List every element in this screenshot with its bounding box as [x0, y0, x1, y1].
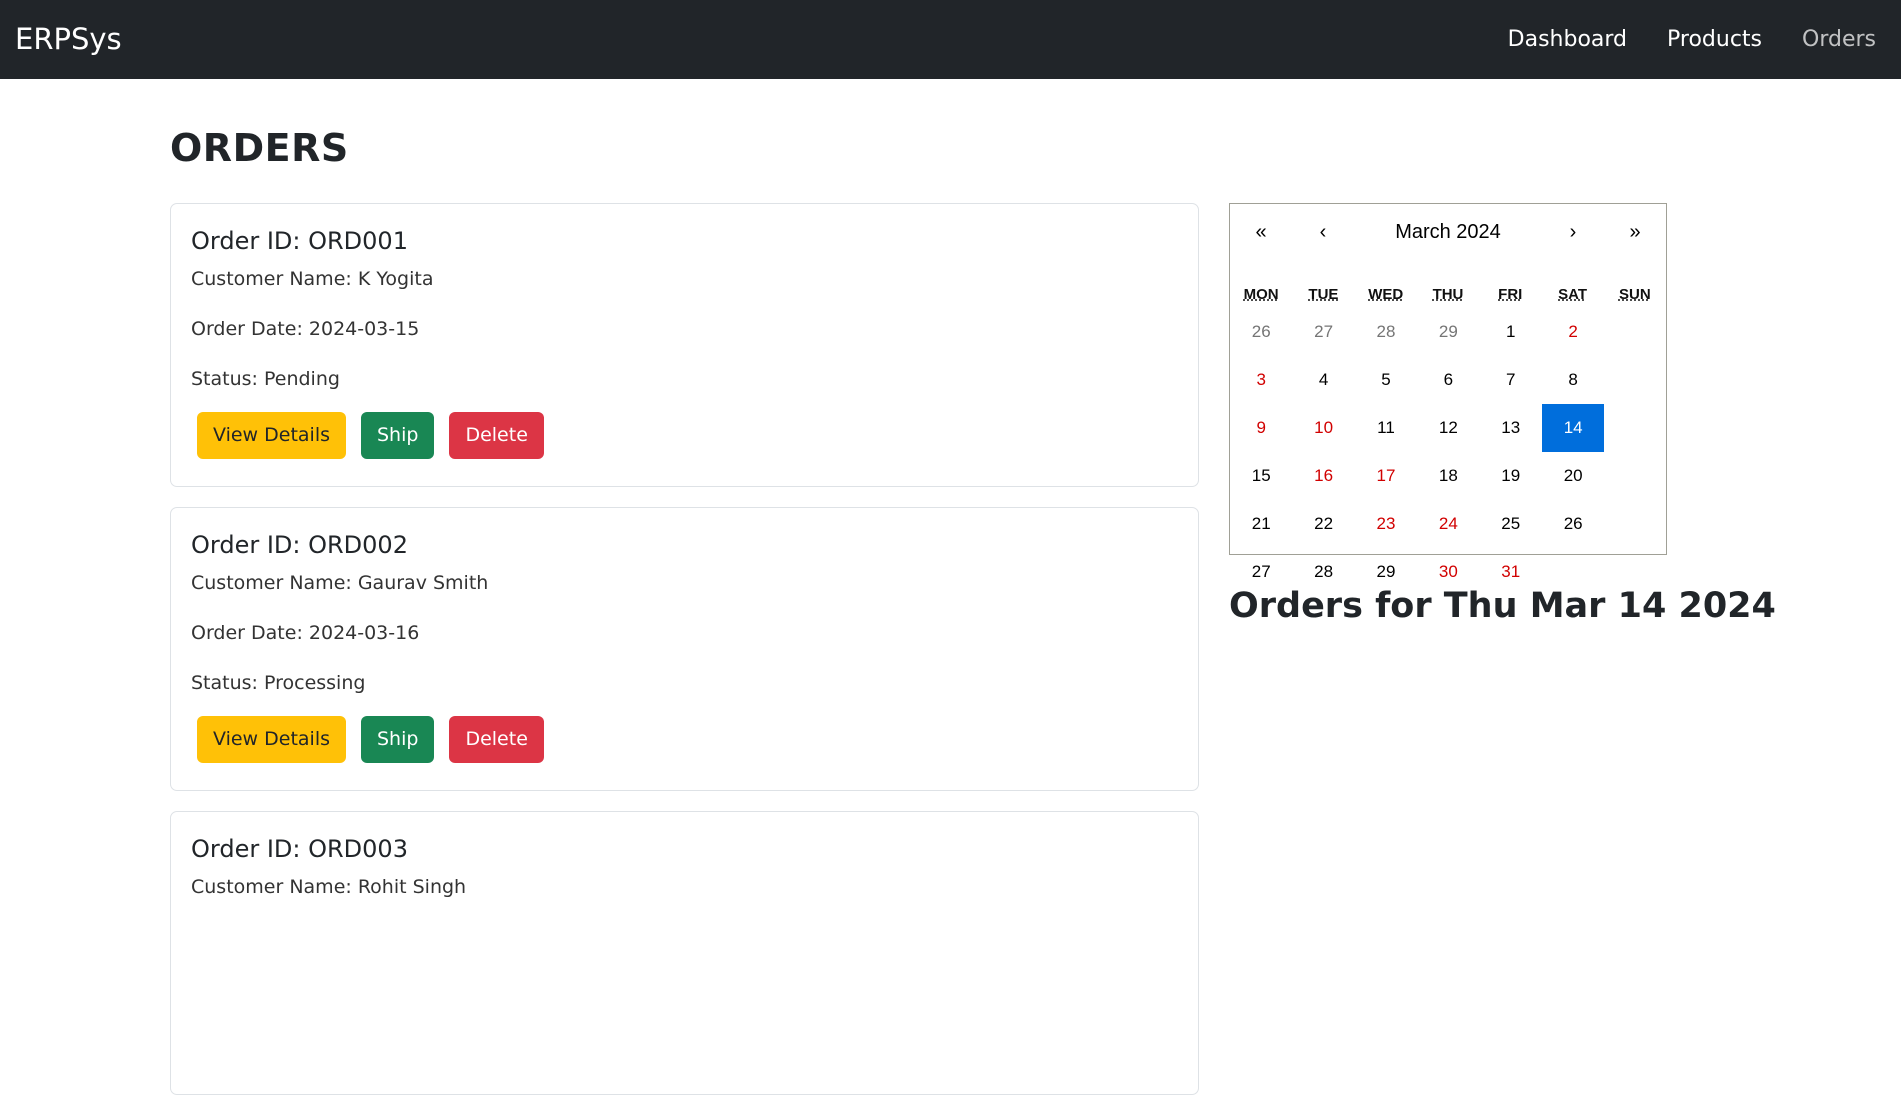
order-id: Order ID: ORD002 [191, 531, 408, 559]
calendar-day[interactable]: 21 [1230, 500, 1292, 548]
calendar-day[interactable]: 8 [1542, 356, 1604, 404]
order-card: Order ID: ORD001 Customer Name: K Yogita… [170, 203, 1199, 487]
delete-button[interactable]: Delete [449, 412, 544, 459]
nav-links: Dashboard Products Orders [1468, 0, 1876, 79]
calendar-day[interactable]: 25 [1480, 500, 1542, 548]
order-actions: View Details Ship Delete [191, 412, 1178, 459]
order-status: Status: Processing [191, 672, 366, 694]
calendar-day[interactable]: 22 [1292, 500, 1354, 548]
calendar-navigation: « ‹ March 2024 › » [1230, 204, 1666, 260]
weekday-label: SUN [1618, 285, 1651, 303]
calendar-day[interactable]: 9 [1230, 404, 1292, 452]
brand-logo[interactable]: ERPSys [15, 0, 122, 79]
nav-link-orders[interactable]: Orders [1802, 27, 1876, 52]
calendar-day[interactable]: 4 [1292, 356, 1354, 404]
calendar-day[interactable]: 24 [1417, 500, 1479, 548]
calendar-day[interactable]: 27 [1292, 308, 1354, 356]
delete-button[interactable]: Delete [449, 716, 544, 763]
calendar-day[interactable]: 26 [1542, 500, 1604, 548]
calendar-day[interactable]: 17 [1355, 452, 1417, 500]
calendar-day[interactable]: 18 [1417, 452, 1479, 500]
order-status: Status: Pending [191, 368, 340, 390]
calendar-day[interactable]: 2 [1542, 308, 1604, 356]
weekday-label: MON [1243, 285, 1279, 303]
orders-list: Order ID: ORD001 Customer Name: K Yogita… [170, 203, 1199, 1115]
calendar-day[interactable]: 16 [1292, 452, 1354, 500]
order-card: Order ID: ORD002 Customer Name: Gaurav S… [170, 507, 1199, 791]
weekday-label: THU [1432, 285, 1464, 303]
calendar-day[interactable]: 13 [1480, 404, 1542, 452]
calendar-day[interactable]: 12 [1417, 404, 1479, 452]
calendar-day[interactable]: 23 [1355, 500, 1417, 548]
calendar-day[interactable]: 7 [1480, 356, 1542, 404]
order-id: Order ID: ORD001 [191, 227, 408, 255]
navbar: ERPSys Dashboard Products Orders [0, 0, 1901, 79]
customer-name: Customer Name: K Yogita [191, 268, 434, 290]
calendar-day-selected[interactable]: 14 [1541, 404, 1605, 452]
calendar-day[interactable]: 11 [1355, 404, 1417, 452]
order-date: Order Date: 2024-03-16 [191, 622, 420, 644]
customer-name: Customer Name: Gaurav Smith [191, 572, 489, 594]
calendar-day[interactable]: 5 [1355, 356, 1417, 404]
next-month-button[interactable]: › [1542, 221, 1604, 244]
weekday-label: TUE [1308, 285, 1339, 303]
order-card: Order ID: ORD003 Customer Name: Rohit Si… [170, 811, 1199, 1095]
order-id: Order ID: ORD003 [191, 835, 408, 863]
calendar-day[interactable]: 20 [1542, 452, 1604, 500]
calendar-day[interactable]: 3 [1230, 356, 1292, 404]
calendar: « ‹ March 2024 › » MON TUE WED THU FRI S… [1229, 203, 1667, 581]
nav-link-dashboard[interactable]: Dashboard [1508, 27, 1627, 52]
order-actions: View Details Ship Delete [191, 716, 1178, 763]
calendar-weekdays: MON TUE WED THU FRI SAT SUN [1230, 280, 1666, 308]
calendar-day[interactable]: 6 [1417, 356, 1479, 404]
prev-year-button[interactable]: « [1230, 221, 1292, 244]
calendar-days: 26 27 28 29 1 2 3 4 5 6 7 8 9 10 11 12 1… [1230, 308, 1666, 596]
calendar-day[interactable]: 29 [1417, 308, 1479, 356]
prev-month-button[interactable]: ‹ [1292, 221, 1354, 244]
weekday-label: FRI [1498, 285, 1523, 303]
calendar-day[interactable]: 10 [1292, 404, 1354, 452]
calendar-day[interactable]: 28 [1355, 308, 1417, 356]
weekday-label: WED [1368, 285, 1404, 303]
calendar-day[interactable]: 19 [1480, 452, 1542, 500]
orders-for-date-heading: Orders for Thu Mar 14 2024 [1229, 586, 1776, 626]
calendar-day[interactable]: 26 [1230, 308, 1292, 356]
order-date: Order Date: 2024-03-15 [191, 318, 420, 340]
calendar-day[interactable]: 15 [1230, 452, 1292, 500]
nav-link-products[interactable]: Products [1667, 27, 1762, 52]
calendar-month-label[interactable]: March 2024 [1354, 221, 1542, 244]
customer-name: Customer Name: Rohit Singh [191, 876, 467, 898]
view-details-button[interactable]: View Details [197, 716, 346, 763]
ship-button[interactable]: Ship [361, 716, 435, 763]
calendar-day[interactable]: 1 [1480, 308, 1542, 356]
view-details-button[interactable]: View Details [197, 412, 346, 459]
weekday-label: SAT [1558, 285, 1587, 303]
next-year-button[interactable]: » [1604, 221, 1666, 244]
ship-button[interactable]: Ship [361, 412, 435, 459]
page-title: ORDERS [170, 126, 349, 170]
